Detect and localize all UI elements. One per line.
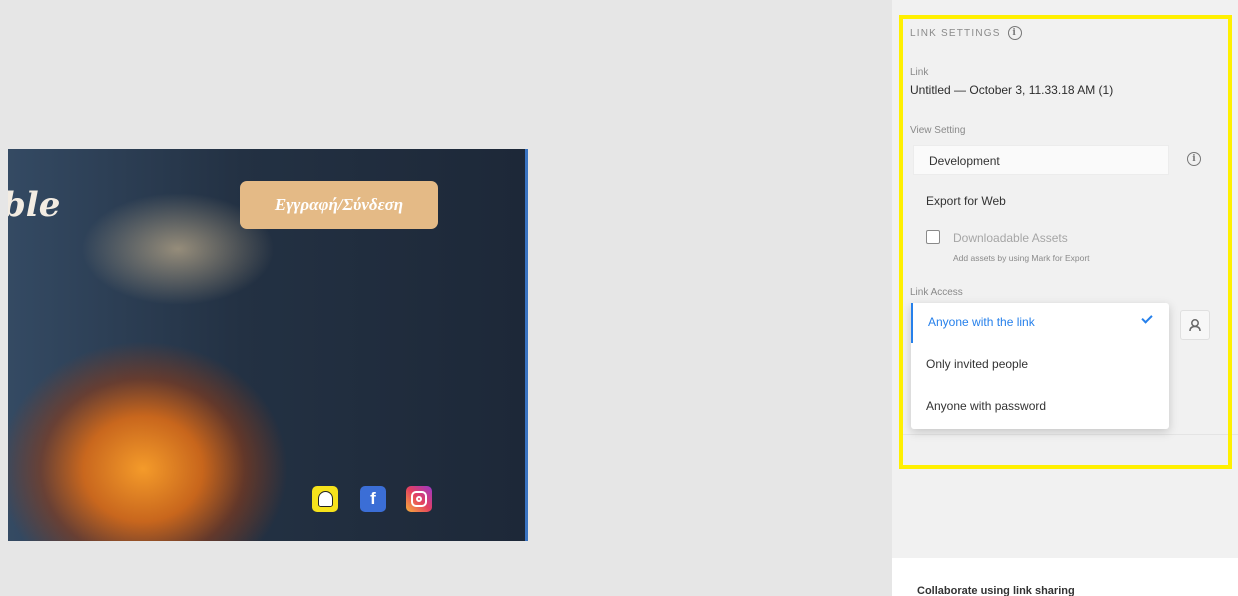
view-setting-select[interactable]: Development (913, 145, 1169, 175)
access-option-password[interactable]: Anyone with password (911, 387, 1169, 427)
collaborate-title: Collaborate using link sharing (917, 585, 1075, 596)
checkmark-icon (1141, 312, 1153, 324)
link-settings-header: LINK SETTINGS i (910, 26, 1022, 40)
link-label: Link (910, 67, 929, 78)
artboard-preview[interactable]: ble Εγγραφή/Σύνδεση f (8, 149, 528, 541)
link-settings-title: LINK SETTINGS (910, 27, 1001, 39)
design-canvas: ble Εγγραφή/Σύνδεση f (0, 0, 892, 596)
link-access-label: Link Access (910, 287, 963, 298)
collaborate-card: Collaborate using link sharing (892, 558, 1238, 596)
access-option-label: Only invited people (926, 357, 1029, 371)
link-name-field[interactable]: Untitled — October 3, 11.33.18 AM (1) (910, 83, 1113, 97)
panel-divider (899, 434, 1238, 435)
signup-login-button[interactable]: Εγγραφή/Σύνδεση (240, 181, 438, 229)
facebook-icon[interactable]: f (360, 486, 386, 512)
downloadable-assets-label: Downloadable Assets (953, 231, 1068, 245)
access-option-invited-people[interactable]: Only invited people (911, 345, 1169, 385)
downloadable-assets-checkbox[interactable] (926, 230, 940, 244)
person-icon (1189, 319, 1201, 332)
downloadable-assets-hint: Add assets by using Mark for Export (953, 253, 1090, 263)
snapchat-icon[interactable] (312, 486, 338, 512)
brand-logo-text: ble (8, 185, 61, 225)
instagram-icon[interactable] (406, 486, 432, 512)
view-setting-info-icon[interactable]: i (1187, 152, 1201, 166)
access-option-anyone-with-link[interactable]: Anyone with the link (911, 303, 1169, 343)
access-option-label: Anyone with password (926, 399, 1047, 413)
invite-people-button[interactable] (1180, 310, 1210, 340)
export-for-web-title: Export for Web (926, 194, 1006, 208)
info-icon[interactable]: i (1007, 26, 1022, 40)
link-access-dropdown: Anyone with the link Only invited people… (911, 303, 1169, 429)
view-setting-label: View Setting (910, 125, 966, 136)
access-option-label: Anyone with the link (928, 315, 1035, 329)
